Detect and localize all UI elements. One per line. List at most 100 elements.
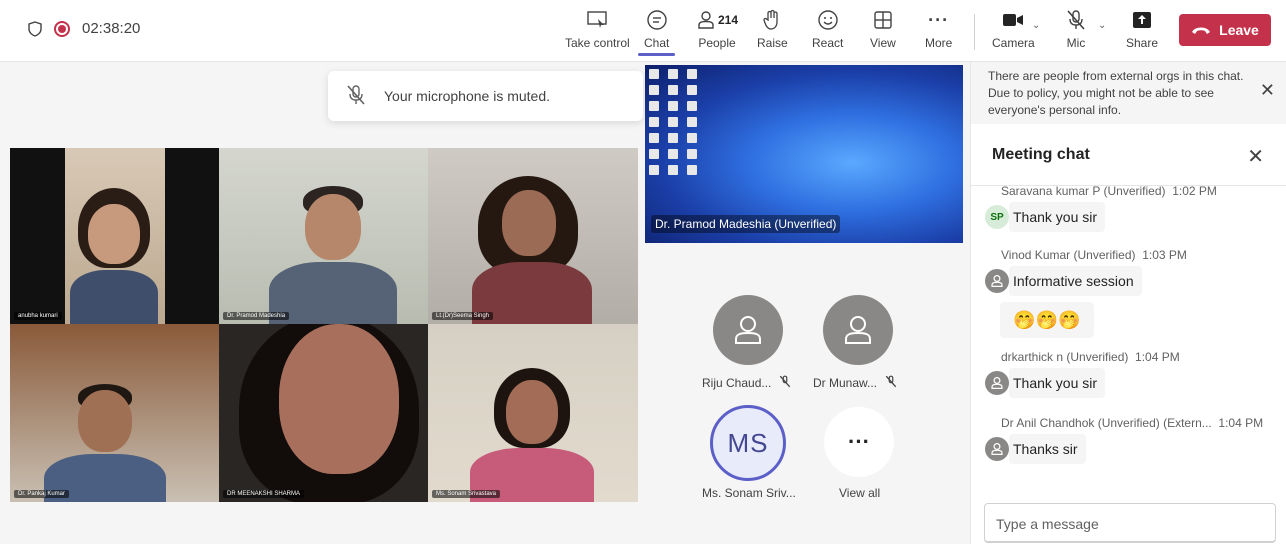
avatar[interactable]: [985, 371, 1009, 395]
notice-text: There are people from external orgs in t…: [988, 69, 1244, 117]
person-icon: [991, 275, 1003, 287]
view-all-label: View all: [839, 486, 880, 500]
avatar[interactable]: [985, 437, 1009, 461]
recording-icon: [54, 20, 70, 37]
close-icon[interactable]: ✕: [1247, 144, 1264, 169]
people-icon: 214: [696, 8, 738, 32]
message-time: 1:03 PM: [1142, 248, 1187, 262]
camera-label: Camera: [992, 36, 1035, 50]
message-meta: Dr Anil Chandhok (Unverified) (Extern...…: [1001, 416, 1285, 430]
mic-label: Mic: [1066, 36, 1086, 50]
message-author: Vinod Kumar (Unverified): [1001, 248, 1136, 262]
participant-avatar[interactable]: [713, 295, 783, 365]
message-list[interactable]: Saravana kumar P (Unverified) 1:02 PM SP…: [971, 186, 1286, 496]
share-button[interactable]: Share: [1126, 8, 1158, 56]
message-text: Thank you sir: [1009, 202, 1106, 232]
message-author: Saravana kumar P (Unverified): [1001, 186, 1166, 198]
message-text: Thanks sir: [1009, 434, 1086, 464]
camera-button[interactable]: Camera: [992, 8, 1035, 56]
close-icon[interactable]: ✕: [1260, 81, 1275, 99]
avatar-name: Dr Munaw...: [813, 376, 878, 390]
view-all-button[interactable]: ···: [824, 407, 894, 477]
mic-muted-toast: Your microphone is muted.: [328, 71, 643, 121]
participant-name: DR MEENAKSHI SHARMA: [223, 490, 305, 498]
message-text: Thank you sir: [1009, 368, 1106, 398]
message-time: 1:04 PM: [1218, 416, 1264, 430]
meeting-timer: 02:38:20: [82, 20, 141, 37]
take-control-icon: [586, 8, 608, 32]
toast-text: Your microphone is muted.: [384, 88, 551, 104]
meeting-stage: Your microphone is muted. anubha kumari …: [0, 62, 968, 544]
person-icon: [991, 377, 1003, 389]
take-control-button[interactable]: Take control: [565, 8, 630, 56]
avatar-initials: MS: [727, 427, 769, 458]
screen-share-label: Dr. Pramod Madeshia (Unverified): [651, 215, 841, 233]
react-button[interactable]: React: [812, 8, 843, 56]
video-tile[interactable]: Dr. Pankaj Kumar: [10, 324, 219, 502]
video-grid: anubha kumari Dr. Pramod Madeshia Lt.(Dr…: [10, 148, 638, 502]
chat-button[interactable]: Chat: [637, 8, 676, 56]
external-org-notice: There are people from external orgs in t…: [971, 62, 1286, 124]
desktop-icons: [649, 69, 699, 175]
message-time: 1:02 PM: [1172, 186, 1217, 198]
avatar-name: Ms. Sonam Sriv...: [702, 486, 796, 500]
react-label: React: [812, 36, 844, 50]
video-tile[interactable]: Lt.(Dr)Seema Singh: [428, 148, 638, 324]
participant-avatar[interactable]: [823, 295, 893, 365]
mic-off-icon: [1066, 8, 1086, 32]
mic-button[interactable]: Mic: [1066, 8, 1086, 56]
chat-message: drkarthick n (Unverified) 1:04 PM Thank …: [985, 350, 1285, 398]
take-control-label: Take control: [565, 36, 630, 50]
shield-icon[interactable]: [28, 20, 42, 37]
video-tile[interactable]: Dr. Pramod Madeshia: [219, 148, 428, 324]
message-text: Informative session: [1009, 266, 1142, 296]
raise-hand-button[interactable]: Raise: [757, 8, 788, 56]
chat-title: Meeting chat: [992, 146, 1090, 163]
view-all-text: View all: [839, 486, 881, 500]
message-input[interactable]: Type a message: [984, 503, 1276, 543]
view-label: View: [870, 36, 896, 50]
participant-name: anubha kumari: [14, 312, 62, 320]
video-tile[interactable]: DR MEENAKSHI SHARMA: [219, 324, 428, 502]
mic-options-chevron-icon[interactable]: ⌄: [1098, 20, 1106, 31]
message-meta: drkarthick n (Unverified) 1:04 PM: [1001, 350, 1285, 364]
people-button[interactable]: 214 People: [696, 8, 738, 56]
video-tile[interactable]: Ms. Sonam Srivastava: [428, 324, 638, 502]
hand-icon: [762, 8, 782, 32]
more-button[interactable]: ··· More: [925, 8, 952, 56]
chat-message: Saravana kumar P (Unverified) 1:02 PM SP…: [985, 186, 1285, 232]
leave-button[interactable]: Leave: [1179, 14, 1271, 46]
smile-icon: [817, 8, 839, 32]
video-tile[interactable]: anubha kumari: [10, 148, 219, 324]
meeting-status: 02:38:20: [28, 20, 140, 37]
camera-options-chevron-icon[interactable]: ⌄: [1032, 20, 1040, 31]
reaction-emojis: 🤭🤭🤭: [1000, 302, 1094, 338]
phone-hangup-icon: [1191, 22, 1211, 38]
toolbar-divider: [974, 14, 975, 50]
mic-off-icon: [779, 375, 791, 391]
grid-icon: [873, 8, 893, 32]
speaking-participant-avatar[interactable]: MS: [710, 405, 786, 481]
chat-label: Chat: [644, 36, 670, 50]
message-meta: Vinod Kumar (Unverified) 1:03 PM: [1001, 248, 1285, 262]
raise-label: Raise: [757, 36, 788, 50]
more-icon: ···: [928, 9, 950, 30]
chat-icon: [646, 8, 668, 32]
share-icon: [1132, 8, 1152, 32]
avatar-label: Ms. Sonam Sriv...: [702, 486, 796, 500]
avatar[interactable]: [985, 269, 1009, 293]
more-icon: ···: [848, 429, 870, 454]
message-author: drkarthick n (Unverified): [1001, 350, 1129, 364]
mic-off-icon: [346, 84, 366, 109]
participant-name: Dr. Pramod Madeshia: [223, 312, 290, 320]
person-icon: [845, 316, 871, 344]
meeting-toolbar: 02:38:20 Take control Chat 214 People Ra…: [0, 0, 1286, 62]
mic-off-icon: [885, 375, 897, 391]
people-count: 214: [718, 13, 739, 27]
avatar[interactable]: SP: [985, 205, 1009, 229]
view-button[interactable]: View: [870, 8, 896, 56]
leave-label: Leave: [1219, 22, 1259, 38]
screen-share-tile[interactable]: Dr. Pramod Madeshia (Unverified): [645, 65, 963, 243]
message-time: 1:04 PM: [1135, 350, 1180, 364]
people-label: People: [698, 36, 736, 50]
